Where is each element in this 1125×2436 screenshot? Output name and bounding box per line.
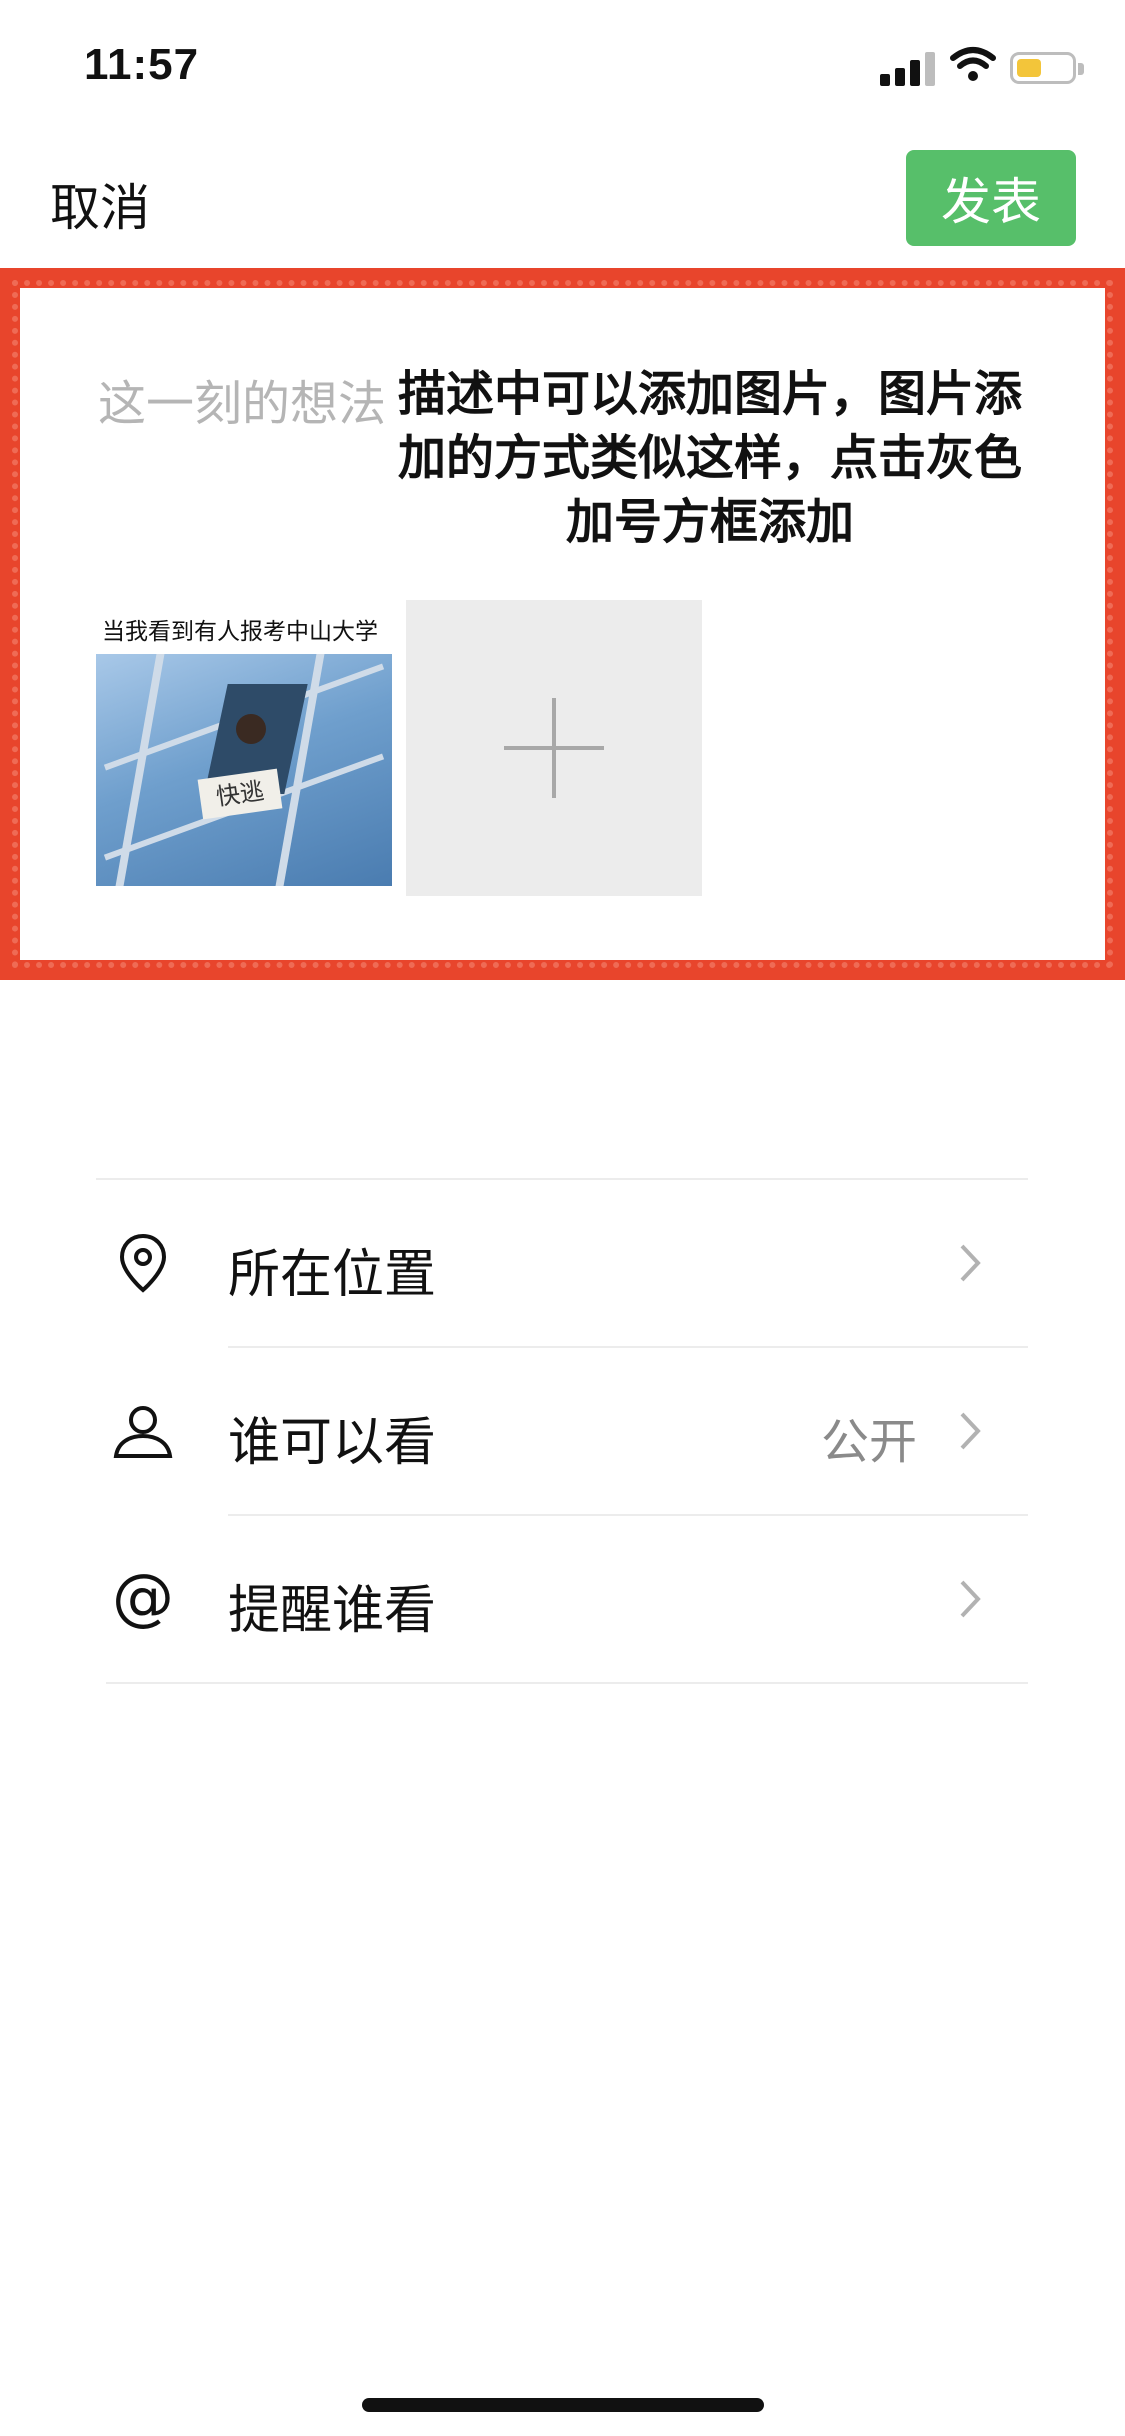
option-visibility[interactable]: 谁可以看 公开	[0, 1346, 1125, 1514]
divider	[106, 1682, 1028, 1684]
at-sign-icon: @	[112, 1566, 174, 1632]
option-label: 提醒谁看	[228, 1581, 437, 1641]
home-indicator[interactable]	[362, 2398, 764, 2412]
cancel-button[interactable]: 取消	[50, 168, 150, 240]
option-value: 公开	[820, 1414, 917, 1470]
battery-icon	[1010, 52, 1084, 84]
location-pin-icon	[119, 1233, 167, 1293]
photo-image: 快逃	[96, 654, 392, 886]
annotation-text: 描述中可以添加图片，图片添加的方式类似这样，点击灰色加号方框添加	[397, 366, 1022, 550]
cellular-signal-icon	[880, 50, 936, 86]
person-icon	[113, 1406, 173, 1458]
option-label: 谁可以看	[228, 1413, 437, 1473]
svg-text:@: @	[112, 1566, 174, 1632]
chevron-right-icon	[960, 1412, 981, 1450]
add-photo-button[interactable]	[406, 600, 702, 896]
option-label: 所在位置	[228, 1245, 437, 1305]
compose-text-input[interactable]: 这一刻的想法	[98, 364, 386, 434]
compose-area: 这一刻的想法 描述中可以添加图片，图片添加的方式类似这样，点击灰色加号方框添加 …	[0, 268, 1125, 980]
chevron-right-icon	[960, 1244, 981, 1282]
option-location[interactable]: 所在位置	[0, 1178, 1125, 1346]
wifi-icon	[950, 47, 996, 81]
publish-button[interactable]: 发表	[906, 150, 1076, 246]
status-bar: 11:57	[0, 0, 1125, 140]
status-time: 11:57	[84, 40, 200, 89]
photo-thumbnail[interactable]: 当我看到有人报考中山大学 快逃	[96, 600, 392, 896]
option-mention[interactable]: @ 提醒谁看	[0, 1514, 1125, 1682]
chevron-right-icon	[960, 1580, 981, 1618]
moments-compose-screen: 11:57 取消 发表 这一刻的想法 描述中可以添加图片，图片添加的方式类似这样…	[0, 0, 1125, 2436]
photo-caption: 当我看到有人报考中山大学	[102, 619, 378, 645]
